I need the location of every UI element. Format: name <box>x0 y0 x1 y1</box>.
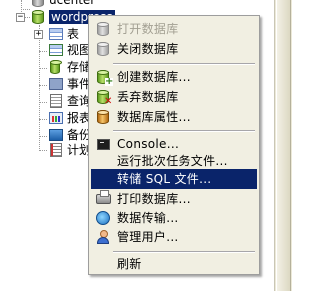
tree-item-label: 表 <box>67 27 80 41</box>
expand-toggle[interactable]: + <box>34 30 43 39</box>
report-icon <box>48 111 64 125</box>
menu-item-label: 刷新 <box>117 257 142 271</box>
tree-guide-line <box>39 85 47 86</box>
menu-item-database-properties[interactable]: 数据库属性... <box>91 107 257 127</box>
tree-guide-line <box>39 150 47 151</box>
database-properties-icon <box>95 109 111 125</box>
menu-item-refresh[interactable]: 刷新 <box>91 254 257 274</box>
menu-item-label: 打开数据库 <box>117 22 179 36</box>
menu-item-data-transfer[interactable]: 数据传输... <box>91 208 257 228</box>
menu-item-label: 打印数据库... <box>117 192 191 206</box>
database-icon <box>30 10 46 24</box>
tree-guide-line <box>39 25 40 149</box>
backup-icon <box>48 128 64 142</box>
menu-item-label: 数据传输... <box>117 211 179 225</box>
database-icon <box>30 0 46 7</box>
stored-procedure-icon <box>48 60 64 74</box>
menu-item-create-database[interactable]: + 创建数据库... <box>91 67 257 87</box>
database-delete-icon: ✕ <box>95 89 112 107</box>
menu-item-close-database[interactable]: 关闭数据库 <box>91 39 257 59</box>
menu-separator <box>113 130 255 132</box>
view-icon <box>48 43 64 57</box>
data-transfer-icon <box>95 210 111 226</box>
tree-guide-line <box>39 136 47 137</box>
collapse-toggle[interactable]: − <box>16 13 25 22</box>
query-icon <box>48 94 64 108</box>
tree-guide-line <box>21 9 30 10</box>
menu-item-drop-database[interactable]: ✕ 丢弃数据库 <box>91 87 257 107</box>
tree-guide-line <box>39 119 47 120</box>
database-add-icon: + <box>95 69 113 87</box>
menu-item-label: 转储 SQL 文件... <box>117 172 212 186</box>
tree-item-label: ucenter <box>49 0 96 7</box>
menu-item-label: 创建数据库... <box>117 70 191 84</box>
scrollbar-thumb[interactable] <box>276 0 291 291</box>
menu-separator <box>113 251 255 253</box>
menu-item-label: 运行批次任务文件... <box>117 154 228 168</box>
menu-item-label: 丢弃数据库 <box>117 90 179 104</box>
printer-icon <box>95 190 111 207</box>
tree-guide-line <box>39 51 47 52</box>
tree-guide-line <box>39 68 47 69</box>
schedule-icon <box>48 143 64 157</box>
event-icon <box>48 77 64 91</box>
database-icon <box>95 41 111 57</box>
database-icon <box>95 21 111 37</box>
user-icon <box>95 229 111 245</box>
menu-item-open-database[interactable]: 打开数据库 <box>91 19 257 39</box>
context-menu: 打开数据库 关闭数据库 + 创建数据库... ✕ 丢弃数据库 数据库属性... … <box>88 15 260 275</box>
table-icon <box>48 27 64 41</box>
menu-item-run-batch-file[interactable]: 运行批次任务文件... <box>91 151 257 171</box>
menu-item-manage-users[interactable]: 管理用户... <box>91 227 257 247</box>
tree-guide-line <box>39 102 47 103</box>
menu-item-label: 关闭数据库 <box>117 42 179 56</box>
menu-item-label: 数据库属性... <box>117 110 191 124</box>
menu-item-label: 管理用户... <box>117 230 179 244</box>
menu-item-print-database[interactable]: 打印数据库... <box>91 189 257 209</box>
menu-separator <box>113 63 255 65</box>
menu-item-dump-sql-file[interactable]: 转储 SQL 文件... <box>91 169 257 189</box>
console-icon <box>95 136 111 152</box>
